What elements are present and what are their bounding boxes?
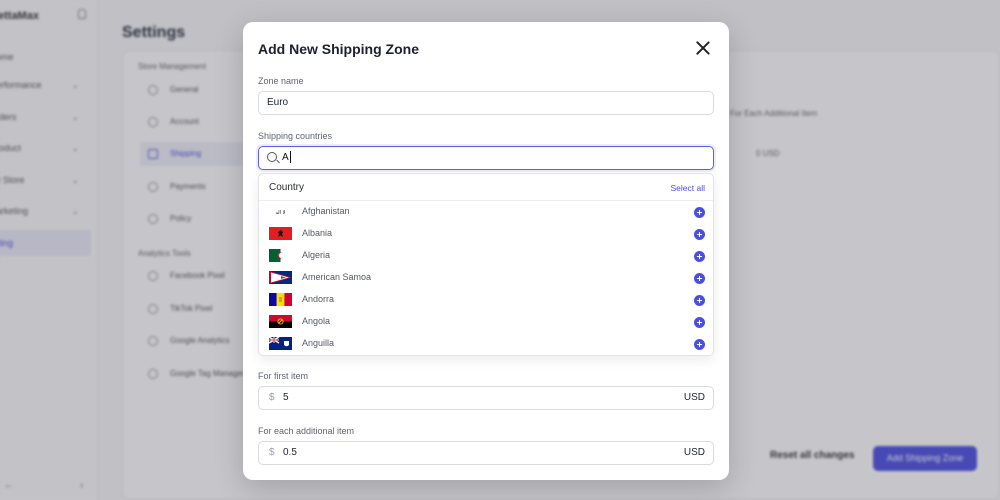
afghanistan-flag-icon: لا اله <box>269 205 292 218</box>
country-row-andorra[interactable]: Andorra <box>259 289 713 311</box>
add-country-icon[interactable] <box>694 229 705 240</box>
text-caret <box>289 151 291 164</box>
algeria-flag-icon <box>269 249 292 262</box>
add-country-icon[interactable] <box>694 317 705 328</box>
albania-flag-icon <box>269 227 292 240</box>
first-item-label: For first item <box>258 371 309 381</box>
currency-label: USD <box>683 447 705 458</box>
dollar-icon: $ <box>269 392 275 403</box>
dollar-icon: $ <box>269 447 275 458</box>
anguilla-flag-icon <box>269 337 292 350</box>
shipping-countries-label: Shipping countries <box>258 131 333 141</box>
first-item-price-input[interactable]: $ 5 USD <box>258 386 714 410</box>
additional-item-label: For each additional item <box>258 426 355 436</box>
add-country-icon[interactable] <box>694 295 705 306</box>
country-row-anguilla[interactable]: Anguilla <box>259 333 713 355</box>
additional-item-price-input[interactable]: $ 0.5 USD <box>258 441 714 465</box>
select-all-link[interactable]: Select all <box>671 183 706 193</box>
dropdown-header: Country Select all <box>259 174 713 201</box>
country-column-header: Country <box>269 182 305 193</box>
country-row-american-samoa[interactable]: American Samoa <box>259 267 713 289</box>
add-country-icon[interactable] <box>694 251 705 262</box>
angola-flag-icon <box>269 315 292 328</box>
country-row-algeria[interactable]: Algeria <box>259 245 713 267</box>
country-row-angola[interactable]: Angola <box>259 311 713 333</box>
country-dropdown: Country Select all لا اله Afghanistan Al… <box>258 173 714 356</box>
close-icon[interactable] <box>695 40 711 56</box>
country-search-input[interactable]: A <box>258 146 714 170</box>
currency-label: USD <box>683 392 705 403</box>
zone-name-input[interactable]: Euro <box>258 91 714 115</box>
svg-text:لا اله: لا اله <box>275 210 285 216</box>
country-row-afghanistan[interactable]: لا اله Afghanistan <box>259 201 713 223</box>
zone-name-label: Zone name <box>258 76 304 86</box>
andorra-flag-icon <box>269 293 292 306</box>
add-country-icon[interactable] <box>694 273 705 284</box>
add-country-icon[interactable] <box>694 207 705 218</box>
country-row-albania[interactable]: Albania <box>259 223 713 245</box>
add-country-icon[interactable] <box>694 339 705 350</box>
search-icon <box>267 152 277 162</box>
add-shipping-zone-modal: Add New Shipping Zone Zone name Euro Shi… <box>243 22 729 480</box>
american-samoa-flag-icon <box>269 271 292 284</box>
modal-title: Add New Shipping Zone <box>258 41 419 57</box>
